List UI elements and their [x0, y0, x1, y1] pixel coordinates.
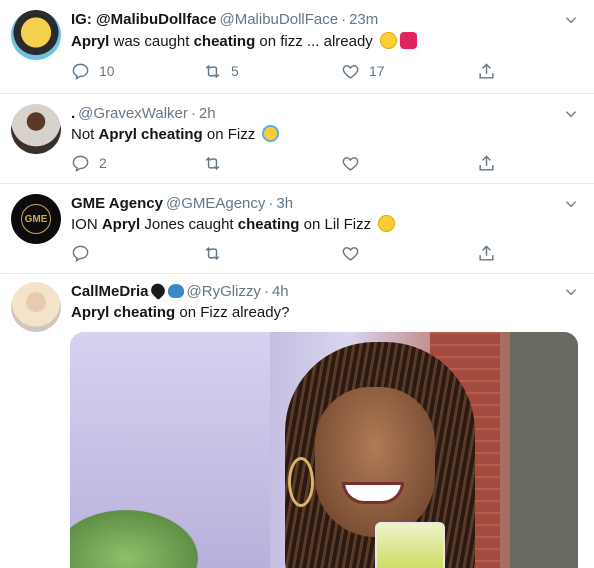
timestamp[interactable]: 3h	[276, 195, 293, 212]
chevron-down-icon[interactable]	[564, 13, 578, 27]
share-icon	[479, 244, 494, 261]
retweet-button[interactable]	[203, 242, 222, 264]
chevron-down-icon[interactable]	[564, 107, 578, 121]
separator: ·	[268, 195, 274, 212]
like-button[interactable]	[341, 242, 360, 264]
pleading-face-emoji	[378, 215, 396, 232]
chevron-down-icon[interactable]	[564, 285, 578, 299]
separator: ·	[263, 283, 269, 300]
gme-logo: GME	[21, 204, 51, 234]
reply-button[interactable]: 2	[71, 152, 107, 174]
like-icon	[342, 246, 359, 261]
share-icon	[479, 154, 494, 171]
avatar[interactable]	[11, 282, 61, 332]
tweet-text: Apryl was caught cheating on fizz ... al…	[71, 32, 417, 51]
share-button[interactable]	[477, 152, 496, 174]
reply-count: 10	[99, 63, 115, 79]
rolling-laughing-emoji	[379, 32, 397, 49]
retweet-button[interactable]: 5	[203, 60, 239, 82]
handle[interactable]: @MalibuDollFace	[219, 11, 338, 28]
drink-glass	[375, 522, 445, 568]
tweet-text: Not Apryl cheating on Fizz	[71, 125, 280, 144]
loudly-crying-emoji	[262, 125, 280, 142]
retweet-icon	[205, 64, 220, 78]
retweet-count: 5	[231, 63, 239, 79]
reply-icon	[72, 155, 89, 172]
avatar[interactable]: GME	[11, 194, 61, 244]
tweet-1[interactable]: IG: @MalibuDollface @MalibuDollFace · 23m A…	[0, 0, 594, 94]
avatar[interactable]	[11, 104, 61, 154]
tweet-text: ION Apryl Jones caught cheating on Lil F…	[71, 215, 396, 234]
separator: ·	[190, 105, 196, 122]
tweet-text: Apryl cheating on Fizz already?	[71, 304, 290, 321]
display-name[interactable]: GME Agency	[71, 195, 163, 212]
butterfly-emoji	[167, 284, 184, 298]
like-icon	[342, 64, 359, 79]
retweet-button[interactable]	[203, 152, 222, 174]
plant-foliage	[70, 502, 210, 568]
person-face	[315, 387, 435, 537]
avatar[interactable]	[11, 10, 61, 60]
hoop-earring	[288, 457, 314, 507]
like-button[interactable]: 17	[341, 60, 385, 82]
reply-icon	[72, 245, 89, 262]
like-count: 17	[369, 63, 385, 79]
separator: ·	[341, 11, 347, 28]
tweet-media[interactable]	[70, 332, 578, 568]
retweet-icon	[205, 246, 220, 260]
window-frame	[510, 332, 578, 568]
reply-count: 2	[99, 155, 107, 171]
display-name[interactable]: IG: @MalibuDollface	[71, 11, 216, 28]
share-button[interactable]	[477, 242, 496, 264]
tweet-4[interactable]: CallMeDria @RyGlizzy · 4h Apryl cheating on…	[0, 274, 594, 568]
display-name[interactable]: .	[71, 105, 75, 122]
display-name[interactable]: CallMeDria	[71, 283, 149, 300]
handle[interactable]: @GMEAgency	[166, 195, 265, 212]
retweet-icon	[205, 156, 220, 170]
timestamp[interactable]: 2h	[199, 105, 216, 122]
chevron-down-icon[interactable]	[564, 197, 578, 211]
handle[interactable]: @RyGlizzy	[187, 283, 261, 300]
share-icon	[479, 62, 494, 79]
timestamp[interactable]: 23m	[349, 11, 378, 28]
timestamp[interactable]: 4h	[272, 283, 289, 300]
tweet-2[interactable]: . @GravexWalker · 2h Not Apryl cheating on …	[0, 94, 594, 184]
black-heart-emoji	[147, 280, 168, 301]
share-button[interactable]	[477, 60, 496, 82]
reply-icon	[72, 63, 89, 80]
tweet-3[interactable]: GME GME Agency @GMEAgency · 3h ION Apryl Jo…	[0, 184, 594, 274]
like-button[interactable]	[341, 152, 360, 174]
revolving-heart-emoji	[399, 32, 417, 49]
reply-button[interactable]: 10	[71, 60, 115, 82]
handle[interactable]: @GravexWalker	[78, 105, 188, 122]
like-icon	[342, 156, 359, 171]
reply-button[interactable]	[71, 242, 90, 264]
